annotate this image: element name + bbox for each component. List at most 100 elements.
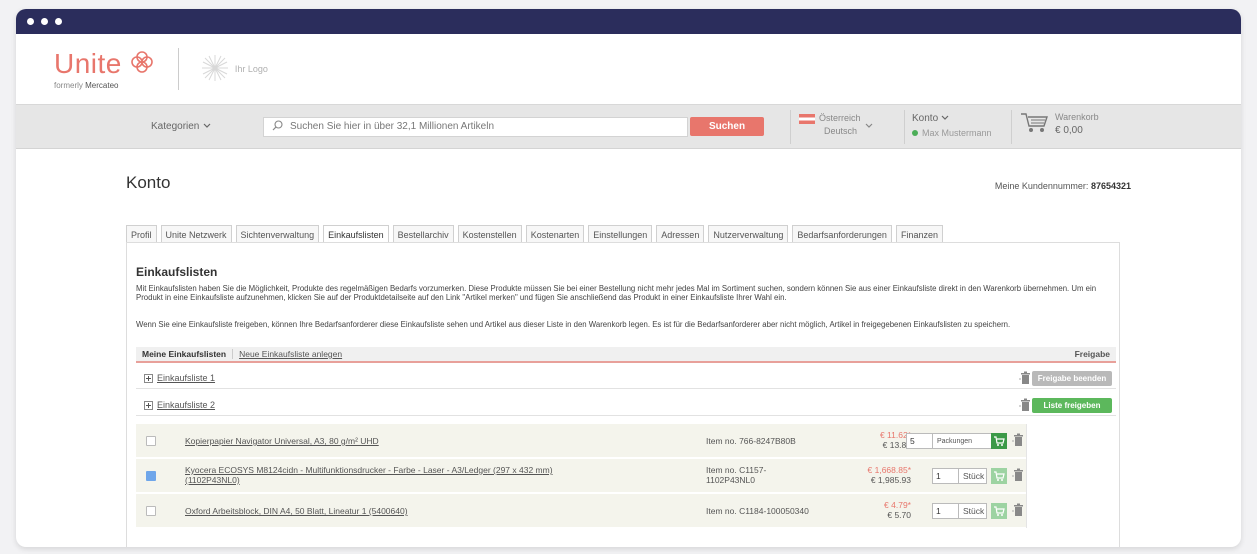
tab-nutzerverwaltung[interactable]: Nutzerverwaltung bbox=[708, 225, 789, 242]
tab-adressen[interactable]: Adressen bbox=[656, 225, 705, 242]
tab-bestellarchiv[interactable]: Bestellarchiv bbox=[392, 225, 454, 242]
item-price: € 11.62* € 13.83 bbox=[829, 430, 911, 450]
search-input[interactable]: Suchen Sie hier in über 32,1 Millionen A… bbox=[263, 116, 688, 137]
logo-wordmark: Unite bbox=[54, 48, 122, 79]
item-name-link[interactable]: Kyocera ECOSYS M8124cidn - Multifunktion… bbox=[185, 465, 553, 485]
main-navbar: Kategorien Suchen Sie hier in über 32,1 … bbox=[16, 104, 1241, 149]
expand-icon[interactable] bbox=[144, 400, 153, 410]
window-titlebar bbox=[16, 9, 1241, 34]
online-status-icon bbox=[912, 130, 918, 136]
brand-bar: Unite formerly Mercateo Ihr Logo bbox=[16, 34, 1241, 104]
delete-item-icon[interactable] bbox=[1012, 433, 1024, 447]
add-to-cart-icon[interactable] bbox=[991, 433, 1007, 449]
user-name: Max Mustermann bbox=[922, 128, 992, 138]
account-menu[interactable]: Konto Max Mustermann bbox=[912, 112, 992, 140]
section-description: Mit Einkaufslisten haben Sie die Möglich… bbox=[136, 284, 1097, 302]
cart-amount: € 0,00 bbox=[1055, 125, 1083, 136]
list-item-row: Oxford Arbeitsblock, DIN A4, 50 Blatt, L… bbox=[136, 494, 1026, 528]
tab-kostenstellen[interactable]: Kostenstellen bbox=[457, 225, 522, 242]
customer-logo: Ihr Logo bbox=[201, 54, 268, 84]
account-tabs: Profil Unite Netzwerk Sichtenverwaltung … bbox=[126, 225, 943, 243]
delete-item-icon[interactable] bbox=[1012, 468, 1024, 482]
tab-unite-netzwerk[interactable]: Unite Netzwerk bbox=[160, 225, 232, 242]
chevron-down-icon bbox=[203, 121, 211, 132]
tab-finanzen[interactable]: Finanzen bbox=[895, 225, 943, 242]
quantity-input[interactable]: 1 Stück bbox=[932, 503, 987, 519]
region-language-selector[interactable]: Österreich Deutsch bbox=[799, 112, 873, 138]
quantity-value: 1 bbox=[933, 469, 959, 483]
list-name-link[interactable]: Einkaufsliste 1 bbox=[157, 373, 215, 383]
country-label: Österreich bbox=[819, 113, 861, 123]
release-list-button[interactable]: Liste freigeben bbox=[1032, 397, 1112, 413]
quantity-input[interactable]: 1 Stück bbox=[932, 468, 987, 484]
customer-logo-label: Ihr Logo bbox=[234, 64, 268, 74]
cart-label: Warenkorb bbox=[1055, 112, 1099, 122]
item-number: Item no. C1184-100050340 bbox=[706, 506, 809, 516]
window-minimize-dot[interactable] bbox=[41, 18, 48, 25]
account-label: Konto bbox=[912, 113, 939, 124]
chevron-down-icon bbox=[865, 120, 873, 138]
new-list-link[interactable]: Neue Einkaufsliste anlegen bbox=[232, 349, 342, 359]
sunburst-icon bbox=[201, 54, 229, 84]
item-checkbox[interactable] bbox=[146, 471, 156, 481]
quantity-unit: Packungen bbox=[937, 437, 973, 445]
search-button[interactable]: Suchen bbox=[690, 117, 764, 136]
list-item-row: Kopierpapier Navigator Universal, A3, 80… bbox=[136, 424, 1026, 458]
net-price: € 1,668.85* bbox=[867, 465, 911, 475]
expand-icon[interactable] bbox=[144, 373, 153, 383]
browser-window: Unite formerly Mercateo Ihr Logo Kategor… bbox=[16, 9, 1241, 547]
cart-icon bbox=[1019, 111, 1049, 139]
list-item-row: Kyocera ECOSYS M8124cidn - Multifunktion… bbox=[136, 459, 1026, 493]
quantity-input[interactable]: 5 Packungen bbox=[906, 433, 999, 449]
end-release-button[interactable]: Freigabe beenden bbox=[1032, 370, 1112, 386]
window-maximize-dot[interactable] bbox=[55, 18, 62, 25]
my-lists-label: Meine Einkaufslisten bbox=[142, 349, 227, 359]
tab-einkaufslisten[interactable]: Einkaufslisten bbox=[323, 225, 389, 243]
window-close-dot[interactable] bbox=[27, 18, 34, 25]
release-description: Wenn Sie eine Einkaufsliste freigeben, k… bbox=[136, 320, 1011, 329]
search-placeholder: Suchen Sie hier in über 32,1 Millionen A… bbox=[290, 121, 495, 132]
item-price: € 4.79* € 5.70 bbox=[829, 500, 911, 520]
tab-kostenarten[interactable]: Kostenarten bbox=[525, 225, 585, 242]
delete-item-icon[interactable] bbox=[1012, 503, 1024, 517]
net-price: € 11.62* bbox=[879, 430, 911, 440]
logo-subtitle: formerly Mercateo bbox=[54, 80, 119, 90]
logo-divider bbox=[177, 48, 179, 90]
cart-button[interactable]: Warenkorb € 0,00 bbox=[1019, 111, 1099, 139]
austria-flag-icon bbox=[799, 114, 815, 124]
item-name-link[interactable]: Kopierpapier Navigator Universal, A3, 80… bbox=[185, 436, 379, 446]
list-name-link[interactable]: Einkaufsliste 2 bbox=[157, 400, 215, 410]
quantity-value: 5 bbox=[907, 434, 933, 448]
add-to-cart-icon[interactable] bbox=[991, 468, 1007, 484]
unite-logo[interactable]: Unite formerly Mercateo bbox=[54, 49, 154, 90]
tab-sichtenverwaltung[interactable]: Sichtenverwaltung bbox=[235, 225, 320, 242]
quantity-unit: Stück bbox=[963, 471, 985, 481]
list-row: Einkaufsliste 2 Liste freigeben bbox=[136, 395, 1116, 416]
nav-divider bbox=[1011, 110, 1012, 144]
item-price: € 1,668.85* € 1,985.93 bbox=[829, 465, 911, 485]
categories-menu[interactable]: Kategorien bbox=[151, 121, 211, 132]
quantity-unit: Stück bbox=[963, 506, 985, 516]
add-to-cart-icon[interactable] bbox=[991, 503, 1007, 519]
page-title: Konto bbox=[126, 173, 171, 192]
item-number: Item no. C1157- 1102P43NL0 bbox=[706, 465, 767, 485]
release-column-header: Freigabe bbox=[1074, 349, 1110, 359]
tab-bedarfsanforderungen[interactable]: Bedarfsanforderungen bbox=[792, 225, 892, 242]
nav-divider bbox=[790, 110, 791, 144]
item-number: Item no. 766-8247B80B bbox=[706, 436, 796, 446]
nav-divider bbox=[904, 110, 905, 144]
gross-price: € 1,985.93 bbox=[870, 475, 911, 485]
section-heading: Einkaufslisten bbox=[136, 265, 218, 279]
language-label: Deutsch bbox=[824, 126, 858, 136]
chevron-down-icon bbox=[941, 113, 949, 124]
delete-list-icon[interactable] bbox=[1019, 398, 1031, 412]
tab-einstellungen[interactable]: Einstellungen bbox=[588, 225, 653, 242]
logo-symbol-icon bbox=[130, 49, 154, 80]
tab-profil[interactable]: Profil bbox=[126, 225, 157, 242]
item-checkbox[interactable] bbox=[146, 506, 156, 516]
delete-list-icon[interactable] bbox=[1019, 371, 1031, 385]
shopping-lists-panel: Einkaufslisten Mit Einkaufslisten haben … bbox=[126, 242, 1120, 547]
release-column-spacer bbox=[1026, 424, 1116, 528]
item-name-link[interactable]: Oxford Arbeitsblock, DIN A4, 50 Blatt, L… bbox=[185, 506, 408, 516]
item-checkbox[interactable] bbox=[146, 436, 156, 446]
